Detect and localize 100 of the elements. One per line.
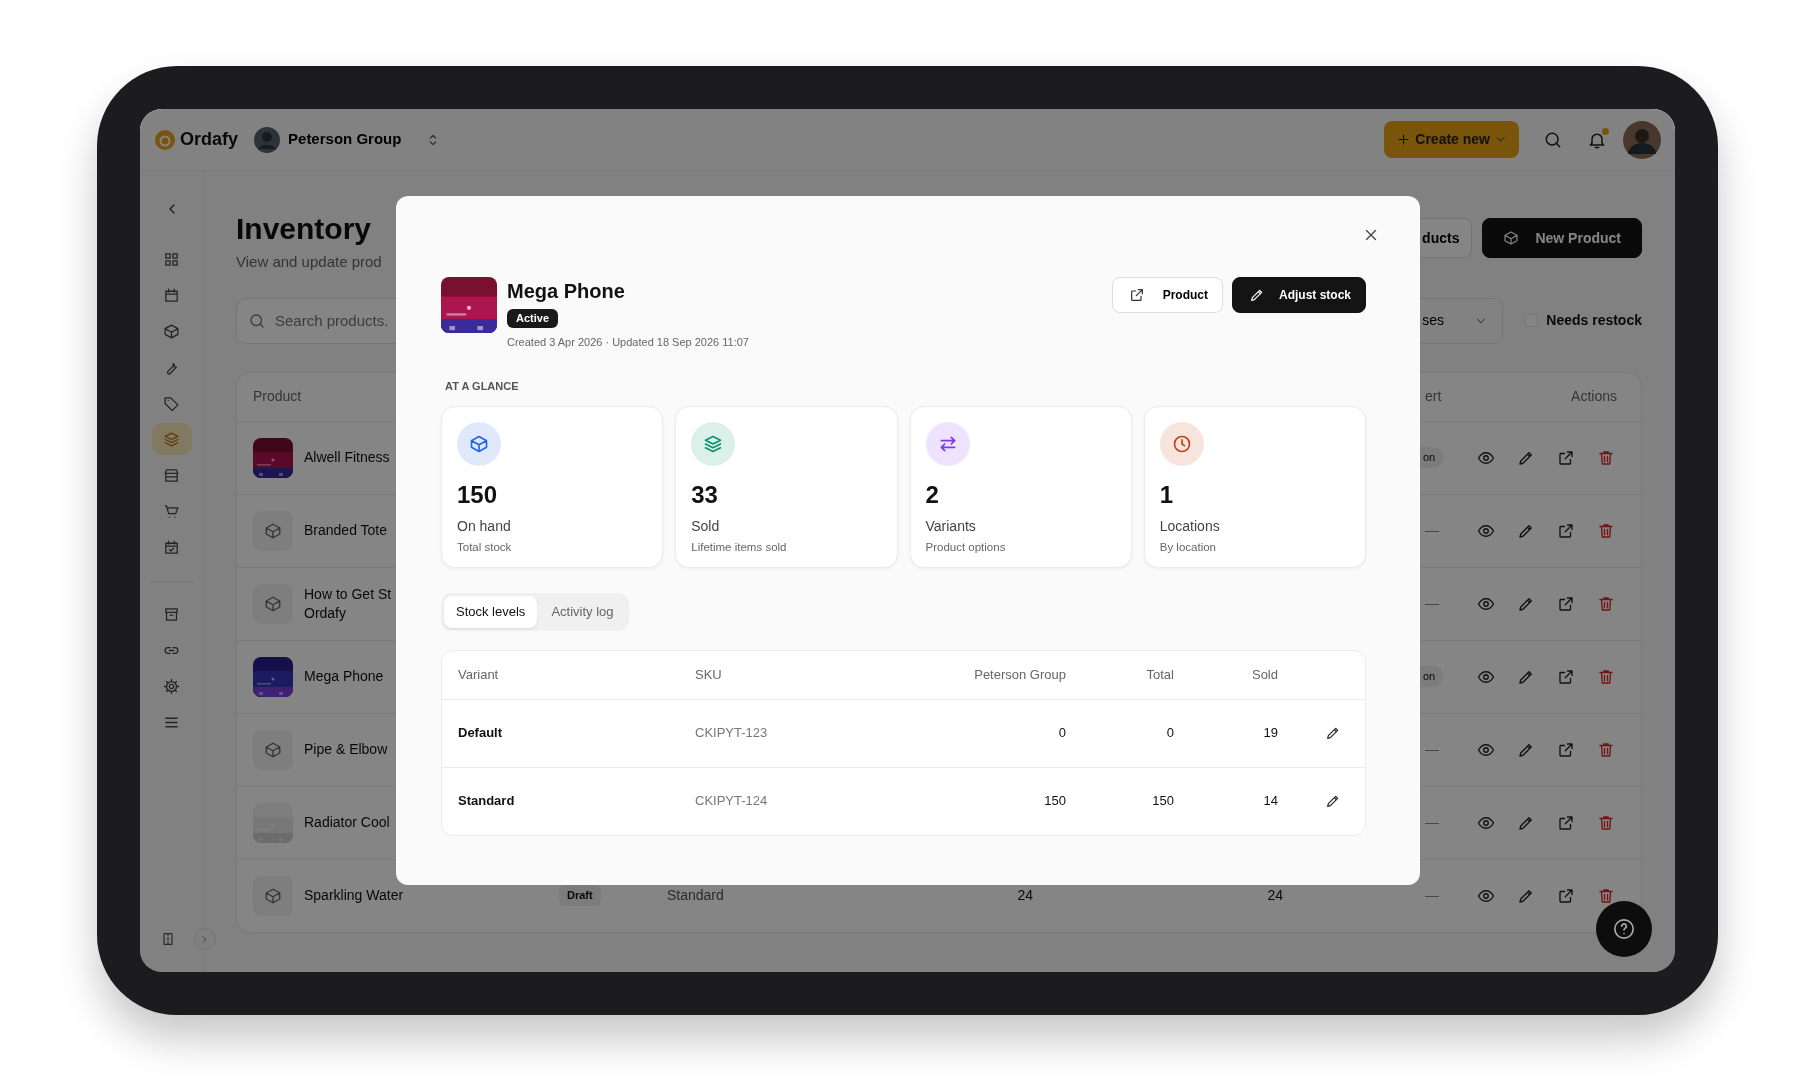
edit-button[interactable] <box>1325 725 1341 741</box>
external-link-icon <box>1557 886 1575 905</box>
logo-icon <box>154 128 176 151</box>
box-icon <box>264 594 282 613</box>
product-title: Mega Phone <box>507 279 626 303</box>
trash-icon <box>1597 448 1615 467</box>
tab[interactable]: Activity log <box>539 596 626 628</box>
section-label: AT A GLANCE <box>445 378 520 394</box>
open-button[interactable] <box>1557 740 1575 759</box>
archive-icon <box>163 605 180 623</box>
open-button[interactable] <box>1557 886 1575 905</box>
stat-value: 33 <box>691 482 719 509</box>
delete-button[interactable] <box>1597 813 1615 832</box>
adjust-stock-button[interactable]: Adjust stock <box>1232 277 1366 313</box>
box-icon <box>457 422 501 466</box>
stat-label: On hand <box>457 517 512 537</box>
notifications-button[interactable] <box>1587 129 1607 150</box>
column-header: Product <box>253 387 302 406</box>
avatar-button[interactable] <box>1623 120 1661 159</box>
table-cell-text: 14 <box>1262 792 1278 811</box>
avatar <box>1623 120 1661 159</box>
stat-caption: Total stock <box>457 540 513 556</box>
delete-button[interactable] <box>1597 448 1615 467</box>
open-button[interactable] <box>1557 667 1575 686</box>
table-cell-text: CKIPYT-123 <box>695 724 769 743</box>
table-cell-text: 19 <box>1262 724 1278 743</box>
delete-button[interactable] <box>1597 740 1615 759</box>
open-button[interactable] <box>1557 521 1575 540</box>
delete-button[interactable] <box>1597 521 1615 540</box>
pencil-icon <box>1325 793 1341 809</box>
trash-icon <box>1597 886 1615 905</box>
open-button[interactable] <box>1557 813 1575 832</box>
variant-text: Standard <box>667 886 725 905</box>
alert-dash: — <box>1425 813 1439 832</box>
calendar-check-icon <box>163 538 180 556</box>
open-button[interactable] <box>1557 448 1575 467</box>
settings-icon <box>163 677 180 695</box>
product-name: Radiator Cool <box>304 813 390 832</box>
product-meta: Created 3 Apr 2026 · Updated 18 Sep 2026 11:07 <box>507 335 750 350</box>
clock-icon <box>1159 422 1204 466</box>
stat-caption: By location <box>1159 540 1217 556</box>
grid-icon <box>163 250 180 268</box>
product-name: How to Get St Ordafy <box>304 584 392 623</box>
alert-dash: — <box>1425 521 1439 540</box>
header-button[interactable]: New Product <box>1482 218 1642 258</box>
pencil-icon <box>1325 725 1341 741</box>
help-icon <box>1613 918 1635 940</box>
box-icon <box>264 886 282 905</box>
external-link-icon <box>1557 448 1575 467</box>
product-name: Pipe & Elbow <box>304 740 388 759</box>
stat-label: Locations <box>1159 517 1221 537</box>
product-name: Sparkling Water <box>304 886 404 905</box>
sold-value: 24 <box>1266 886 1283 905</box>
tab[interactable]: Stock levels <box>444 596 538 628</box>
checkbox-label: Needs restock <box>1546 311 1642 330</box>
stat-label: Variants <box>925 517 977 537</box>
table-cell-text: Default <box>458 724 504 743</box>
workspace-switcher[interactable]: Peterson Group <box>254 126 442 153</box>
table-cell-text: 0 <box>1057 724 1066 743</box>
column-header: Sold <box>1250 665 1278 684</box>
box-icon <box>163 322 180 340</box>
table-cell-text: CKIPYT-124 <box>695 792 769 811</box>
page-title: Inventory <box>236 212 372 245</box>
external-link-icon <box>1557 521 1575 540</box>
stock-value: 24 <box>1016 886 1033 905</box>
create-new-button[interactable]: Create new <box>1384 121 1519 158</box>
product-name: Branded Tote <box>304 521 388 540</box>
column-header: SKU <box>695 665 723 684</box>
stat-caption: Product options <box>925 540 1007 556</box>
trash-icon <box>1597 740 1615 759</box>
table-cell-text: Standard <box>458 792 516 811</box>
box-icon <box>264 740 282 759</box>
page-subtitle: View and update prod <box>236 252 382 272</box>
delete-button[interactable] <box>1597 886 1615 905</box>
layers-icon <box>691 422 736 466</box>
table-cell-text: 150 <box>1043 792 1066 811</box>
product-button[interactable]: Product <box>1111 277 1223 313</box>
tag-icon <box>163 394 180 412</box>
calendar-icon <box>163 286 180 304</box>
column-header: Actions <box>1571 387 1617 406</box>
table-cell-text: 0 <box>1165 724 1174 743</box>
edit-button[interactable] <box>1325 793 1341 809</box>
product-name: Alwell Fitness <box>304 448 390 467</box>
box-icon <box>264 521 282 540</box>
alert-badge: on <box>1419 666 1444 687</box>
pencil-icon <box>1249 287 1265 303</box>
external-link-icon <box>1557 667 1575 686</box>
box-icon <box>1503 230 1520 246</box>
alert-dash: — <box>1425 740 1439 759</box>
stat-label: Sold <box>691 517 721 537</box>
table-cell-text: 150 <box>1151 792 1174 811</box>
delete-button[interactable] <box>1597 594 1615 613</box>
external-link-icon <box>1557 740 1575 759</box>
stat-value: 150 <box>457 482 499 509</box>
alert-dash: — <box>1425 886 1439 905</box>
alert-badge: on <box>1419 447 1444 468</box>
open-button[interactable] <box>1557 594 1575 613</box>
column-header: ert <box>1425 387 1442 406</box>
delete-button[interactable] <box>1597 667 1615 686</box>
help-button[interactable] <box>1596 901 1652 957</box>
